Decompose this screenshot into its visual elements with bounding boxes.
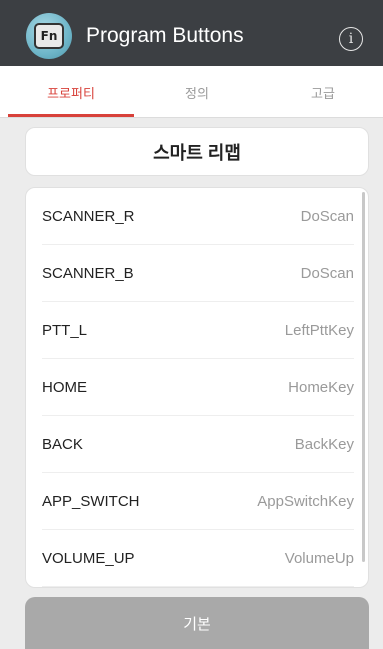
list-scrollbar[interactable] — [362, 192, 365, 562]
mapping-value: LeftPttKey — [284, 322, 354, 339]
mapping-value: BackKey — [294, 436, 354, 453]
tab-advanced[interactable]: 고급 — [260, 66, 383, 118]
mapping-list[interactable]: SCANNER_R DoScan SCANNER_B DoScan PTT_L … — [25, 187, 369, 588]
preset-selector[interactable]: 스마트 리맵 — [25, 127, 369, 176]
page-title: Program Buttons — [86, 24, 244, 47]
default-button[interactable]: 기본 — [25, 597, 369, 649]
fn-key-icon: Fn — [26, 13, 72, 59]
mapping-key: APP_SWITCH — [42, 493, 140, 510]
mapping-row[interactable]: SCANNER_R DoScan — [42, 188, 354, 245]
tab-properties[interactable]: 프로퍼티 — [8, 66, 134, 118]
fn-key-label: Fn — [34, 23, 64, 49]
app-header: Fn Program Buttons i — [0, 0, 383, 66]
mapping-row[interactable]: BACK BackKey — [42, 416, 354, 473]
mapping-value: DoScan — [300, 265, 354, 282]
tab-definition[interactable]: 정의 — [134, 66, 260, 118]
mapping-row[interactable]: VOLUME_UP VolumeUp — [42, 530, 354, 587]
active-tab-indicator — [8, 114, 134, 117]
mapping-value: DoScan — [300, 208, 354, 225]
mapping-key: HOME — [42, 379, 87, 396]
mapping-key: SCANNER_B — [42, 265, 134, 282]
mapping-key: SCANNER_R — [42, 208, 135, 225]
mapping-key: BACK — [42, 436, 83, 453]
mapping-key: VOLUME_UP — [42, 550, 135, 567]
mapping-row[interactable]: PTT_L LeftPttKey — [42, 302, 354, 359]
mapping-value: AppSwitchKey — [257, 493, 354, 510]
mapping-row[interactable]: SCANNER_B DoScan — [42, 245, 354, 302]
mapping-value: HomeKey — [288, 379, 354, 396]
mapping-key: PTT_L — [42, 322, 88, 339]
tab-bar: 프로퍼티 정의 고급 — [0, 66, 383, 118]
mapping-row[interactable]: APP_SWITCH AppSwitchKey — [42, 473, 354, 530]
info-icon[interactable]: i — [339, 27, 363, 51]
mapping-row[interactable]: HOME HomeKey — [42, 359, 354, 416]
mapping-value: VolumeUp — [284, 550, 354, 567]
